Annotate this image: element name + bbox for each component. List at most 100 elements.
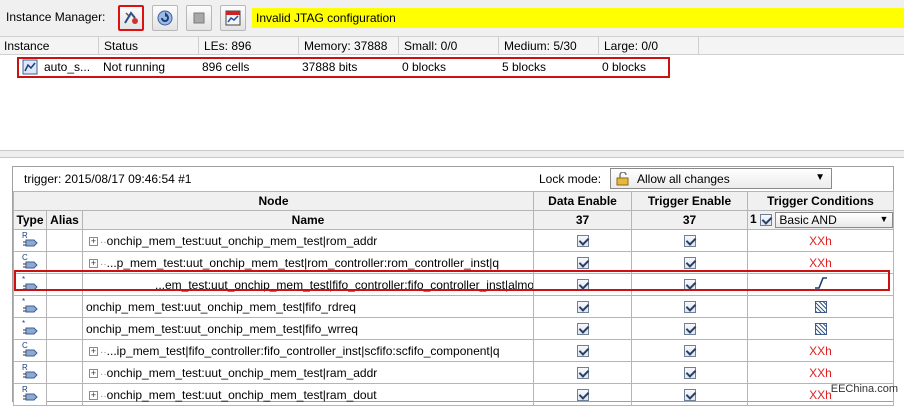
trigger-enable-checkbox[interactable]: [683, 389, 696, 402]
trigger-enable-checkbox[interactable]: [683, 235, 696, 248]
chevron-down-icon: ▼: [879, 214, 889, 224]
signal-name-cell[interactable]: onchip_mem_test:uut_onchip_mem_test|fifo…: [81, 317, 535, 340]
panel-splitter[interactable]: [0, 150, 904, 158]
signal-type-icon: C: [22, 341, 38, 357]
trigger-enable-cell: [631, 317, 749, 340]
signal-name-cell[interactable]: + ··onchip_mem_test:uut_onchip_mem_test|r…: [81, 383, 535, 406]
trigger-condition-cell[interactable]: XXh: [747, 229, 895, 252]
signal-name: onchip_mem_test:uut_onchip_mem_test|fifo…: [86, 321, 358, 336]
watermark: EEChina.com: [830, 383, 898, 395]
data-enable-checkbox[interactable]: [576, 257, 589, 270]
signal-alias[interactable]: [46, 339, 83, 362]
col-name: Name: [81, 210, 535, 230]
tree-connector: ··: [100, 390, 107, 402]
signal-type-icon: R: [22, 363, 38, 379]
stop-analysis-button[interactable]: [186, 5, 212, 31]
svg-text:*: *: [22, 319, 25, 328]
signal-row[interactable]: R + ··onchip_mem_test:uut_onchip_mem_test|…: [13, 229, 895, 252]
svg-text:R: R: [22, 231, 28, 240]
instance-medium: 5 blocks: [502, 60, 547, 74]
svg-text:R: R: [22, 385, 28, 394]
lock-mode-select[interactable]: Allow all changes ▼: [610, 168, 832, 189]
trigger-condition-cell[interactable]: XXh: [747, 339, 895, 362]
trigger-enable-checkbox[interactable]: [683, 367, 696, 380]
trigger-mode-value: Basic AND: [779, 213, 837, 227]
expand-icon[interactable]: +: [89, 390, 98, 400]
expand-icon[interactable]: +: [89, 236, 98, 246]
expand-icon[interactable]: +: [89, 368, 98, 378]
signal-row[interactable]: R + ··onchip_mem_test:uut_onchip_mem_test|…: [13, 361, 895, 384]
signal-alias[interactable]: [46, 383, 83, 406]
data-enable-cell: [533, 229, 633, 252]
signal-name-cell[interactable]: onchip_mem_test:uut_onchip_mem_test|fifo…: [81, 295, 535, 318]
signal-alias[interactable]: [46, 229, 83, 252]
data-enable-checkbox[interactable]: [576, 235, 589, 248]
svg-text:C: C: [22, 341, 28, 350]
instance-table-header: Instance Status LEs: 896 Memory: 37888 S…: [0, 36, 904, 55]
signal-type-icon: *: [22, 297, 38, 313]
data-enable-checkbox[interactable]: [576, 389, 589, 402]
signal-name: onchip_mem_test:uut_onchip_mem_test|ram_…: [106, 387, 377, 402]
col-instance: Instance: [4, 39, 50, 53]
tree-connector: ··: [100, 346, 107, 358]
either-edge-icon: [814, 323, 827, 336]
signal-row[interactable]: C + ··...ip_mem_test|fifo_controller:fifo_…: [13, 339, 895, 362]
instance-memory: 37888 bits: [302, 60, 358, 74]
trigger-condition-cell[interactable]: [747, 295, 895, 318]
trigger-mode-select[interactable]: Basic AND ▼: [775, 212, 893, 228]
signal-row[interactable]: * onchip_mem_test:uut_onchip_mem_test|fif…: [13, 295, 895, 318]
signal-name: ...ip_mem_test|fifo_controller:fifo_cont…: [106, 343, 500, 358]
trigger-condition-header: 1 Basic AND ▼: [747, 210, 895, 230]
signal-type-icon: R: [22, 385, 38, 401]
data-enable-checkbox[interactable]: [576, 301, 589, 314]
data-enable-count: 37: [533, 210, 633, 230]
instance-large: 0 blocks: [602, 60, 647, 74]
expand-icon[interactable]: +: [89, 346, 98, 356]
col-type: Type: [13, 210, 47, 230]
signal-row[interactable]: * onchip_mem_test:uut_onchip_mem_test|fif…: [13, 317, 895, 340]
col-small: Small: 0/0: [404, 39, 458, 53]
signal-alias[interactable]: [46, 361, 83, 384]
signal-name-cell[interactable]: + ··onchip_mem_test:uut_onchip_mem_test|r…: [81, 229, 535, 252]
signal-name-cell[interactable]: + ··onchip_mem_test:uut_onchip_mem_test|r…: [81, 361, 535, 384]
signal-name-cell[interactable]: + ··...ip_mem_test|fifo_controller:fifo_c…: [81, 339, 535, 362]
trigger-enable-cell: [631, 295, 749, 318]
signal-name: onchip_mem_test:uut_onchip_mem_test|fifo…: [86, 299, 356, 314]
trigger-info: trigger: 2015/08/17 09:46:54 #1: [24, 172, 192, 186]
data-enable-checkbox[interactable]: [576, 367, 589, 380]
run-analysis-button[interactable]: [152, 5, 178, 31]
signal-alias[interactable]: [46, 295, 83, 318]
data-enable-cell: [533, 339, 633, 362]
trigger-condition-cell[interactable]: [747, 317, 895, 340]
trigger-condition-index: 1: [750, 212, 757, 227]
svg-text:*: *: [22, 297, 25, 306]
data-enable-cell: [533, 295, 633, 318]
col-large: Large: 0/0: [604, 39, 659, 53]
trigger-condition-checkbox[interactable]: [760, 214, 773, 226]
lock-icon: [616, 171, 629, 185]
trigger-enable-checkbox[interactable]: [683, 257, 696, 270]
signal-type: *: [13, 295, 47, 318]
signal-type-icon: C: [22, 253, 38, 269]
read-data-button[interactable]: [220, 5, 246, 31]
highlighted-signal-row: [14, 270, 890, 291]
trigger-enable-cell: [631, 229, 749, 252]
signal-type: R: [13, 361, 47, 384]
instance-status: Not running: [103, 60, 166, 74]
data-enable-cell: [533, 317, 633, 340]
data-enable-cell: [533, 361, 633, 384]
autorun-analysis-button[interactable]: [118, 5, 144, 31]
col-alias: Alias: [46, 210, 83, 230]
trigger-enable-checkbox[interactable]: [683, 301, 696, 314]
trigger-enable-checkbox[interactable]: [683, 345, 696, 358]
trigger-condition-cell[interactable]: XXh: [747, 361, 895, 384]
data-enable-checkbox[interactable]: [576, 323, 589, 336]
signal-table: Node Data Enable Trigger Enable Trigger …: [12, 191, 895, 406]
data-enable-checkbox[interactable]: [576, 345, 589, 358]
col-status: Status: [104, 39, 139, 53]
instance-les: 896 cells: [202, 60, 250, 74]
signal-alias[interactable]: [46, 317, 83, 340]
signal-row[interactable]: R + ··onchip_mem_test:uut_onchip_mem_test|…: [13, 383, 895, 406]
expand-icon[interactable]: +: [89, 258, 98, 268]
trigger-enable-checkbox[interactable]: [683, 323, 696, 336]
